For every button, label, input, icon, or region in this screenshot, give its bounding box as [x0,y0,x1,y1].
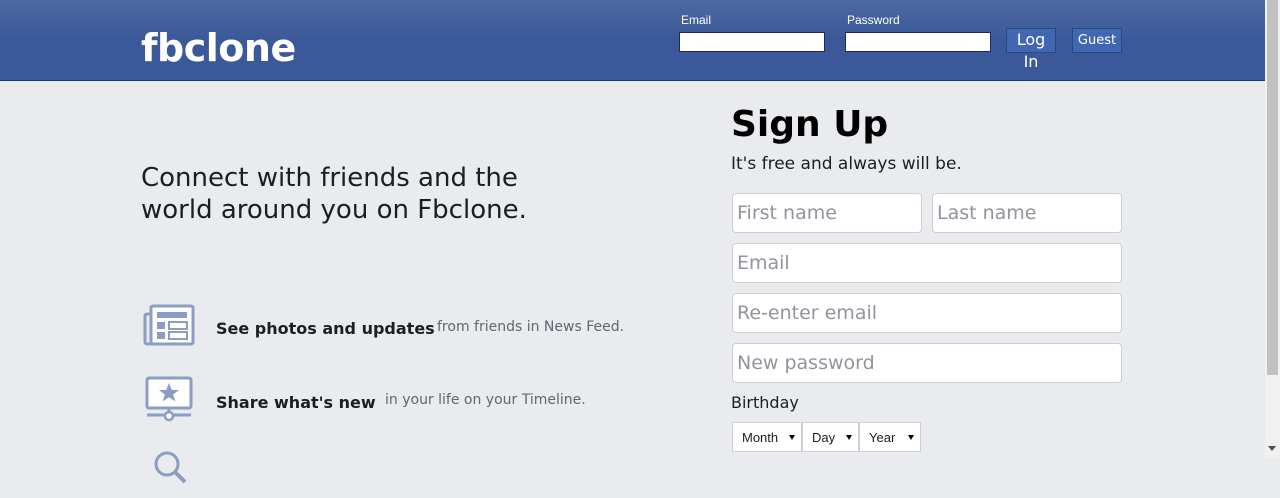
first-name-input[interactable] [732,193,922,233]
chevron-down-icon [789,435,795,440]
login-password-label: Password [847,13,900,27]
month-select-value: Month [742,430,779,445]
last-name-input[interactable] [932,193,1122,233]
signup-email-input[interactable] [732,243,1122,283]
login-email-input[interactable] [679,32,825,52]
timeline-star-icon [145,376,193,422]
birthday-year-select[interactable]: Year [859,422,921,452]
chevron-down-icon [908,435,914,440]
news-feed-icon [143,304,195,346]
birthday-month-select[interactable]: Month [732,422,802,452]
site-logo[interactable]: fbclone [141,24,296,72]
new-password-input[interactable] [732,343,1122,383]
top-navigation-bar: fbclone Email Password Log In Guest [0,0,1265,81]
feature-light-text: from friends in News Feed. [437,319,625,335]
day-select-value: Day [812,430,836,445]
year-select-value: Year [869,430,896,445]
reenter-email-input[interactable] [732,293,1122,333]
chevron-down-icon [846,435,852,440]
page-tagline: Connect with friends and the world aroun… [141,163,527,225]
login-password-input[interactable] [845,32,991,52]
signup-title: Sign Up [731,104,889,145]
birthday-day-select[interactable]: Day [802,422,859,452]
login-email-label: Email [681,13,712,27]
guest-button[interactable]: Guest [1072,28,1122,53]
login-button[interactable]: Log In [1006,28,1056,71]
signup-subtitle: It's free and always will be. [731,154,962,174]
scroll-down-arrow-icon[interactable] [1268,446,1276,451]
search-icon [154,451,187,484]
feature-bold-text: Share what's new [216,393,376,412]
scrollbar-thumb[interactable] [1267,0,1278,375]
feature-light-text: in your life on your Timeline. [385,392,586,408]
birthday-label: Birthday [731,393,799,412]
feature-bold-text: See photos and updates [216,319,435,338]
